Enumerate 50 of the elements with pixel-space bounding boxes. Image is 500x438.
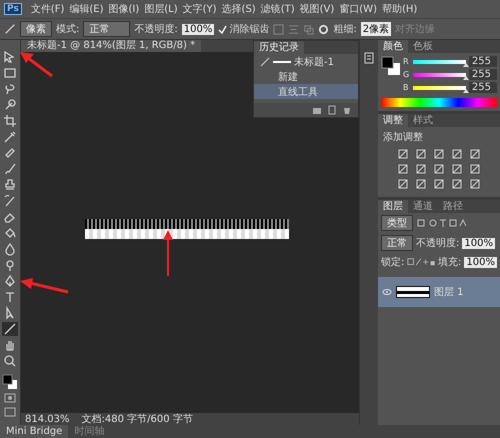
history-item[interactable]: 直线工具 [254,84,358,99]
panel-tab[interactable]: Mini Bridge [0,425,68,438]
menu-item[interactable]: 视图(V) [300,2,334,16]
panel-tab[interactable]: 通道 [408,200,438,213]
lock-label: 锁定: [381,256,404,269]
channel-value-field[interactable]: 255 [468,69,497,80]
layer-row[interactable]: 图层 1 [378,277,500,307]
anti-alias-label: 消除锯齿 [229,22,270,36]
preset-dropdown[interactable]: 像素 [20,21,52,37]
menu-item[interactable]: 滤镜(T) [260,2,295,16]
channel-label: R [403,57,410,66]
menu-item[interactable]: 文字(Y) [182,2,217,16]
menu-item[interactable]: 图层(L) [144,2,178,16]
mode-dropdown[interactable]: 正常 [83,21,130,37]
layer-name: 图层 1 [434,286,464,299]
blend-mode-dropdown[interactable]: 正常 [381,235,413,251]
menu-item[interactable]: 图像(I) [108,2,140,16]
opacity-label: 不透明度: [416,236,460,250]
panel-tab[interactable]: 色板 [408,40,438,53]
panel-tab[interactable]: 样式 [408,114,438,127]
menu-item[interactable]: 文件(F) [30,2,64,16]
channel-label: G [403,70,410,79]
opacity-label: 不透明度: [134,22,178,36]
menu-item[interactable]: 窗口(W) [339,2,377,16]
menu-item[interactable]: 帮助(H) [382,2,418,16]
snapshot-label[interactable]: 未标题-1 [294,54,334,68]
channel-label: B [403,83,410,92]
layer-filter-dropdown[interactable]: 类型 [381,215,413,231]
document-info: 文档:480 字节/600 字节 [82,412,193,426]
panel-tab[interactable]: 路径 [438,200,468,213]
channel-value-field[interactable]: 255 [468,56,497,67]
mode-label: 模式: [56,22,80,36]
document-tab[interactable]: 未标题-1 @ 814%(图层 1, RGB/8) * [21,40,202,52]
weight-field[interactable]: 2像素 [360,22,392,36]
opacity-field[interactable]: 100% [182,24,214,34]
opacity-field[interactable]: 100% [462,238,495,248]
fill-field[interactable]: 100% [464,256,497,268]
panel-tab[interactable]: 图层 [378,200,408,213]
weight-label: 粗细: [333,23,357,36]
history-item[interactable]: 新建 [254,69,358,84]
channel-value-field[interactable]: 255 [468,82,497,93]
app-logo: Ps [4,3,22,15]
panel-tab[interactable]: 颜色 [378,40,408,53]
panel-tab[interactable]: 历史记录 [254,41,304,54]
add-adjustment-label: 添加调整 [382,130,424,145]
menu-item[interactable]: 选择(S) [222,2,256,16]
menu-item[interactable]: 编辑(E) [69,2,104,16]
fill-label: 填充: [438,256,462,269]
panel-tab[interactable]: 调整 [378,114,408,127]
zoom-level: 814.03% [25,414,70,424]
